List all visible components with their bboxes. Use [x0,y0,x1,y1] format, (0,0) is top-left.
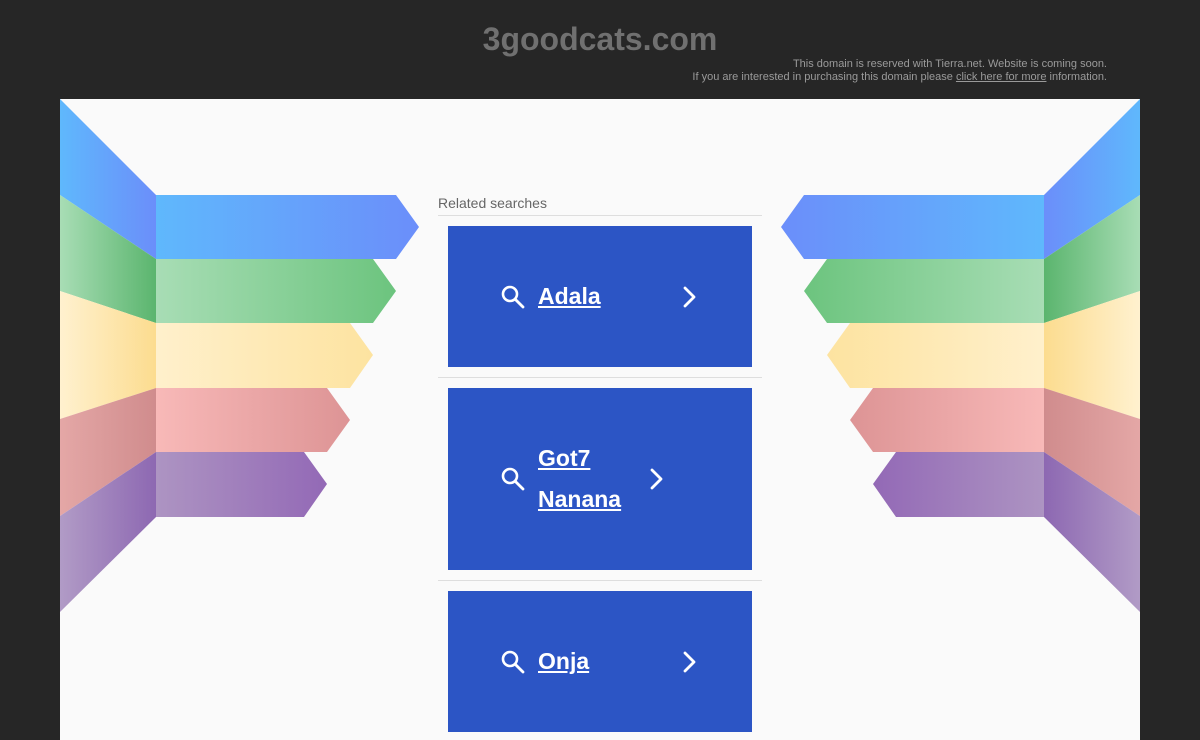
search-link-adala[interactable]: Adala [448,226,752,367]
search-icon [501,467,525,491]
list-item: Adala [438,216,762,378]
chevron-right-icon [683,651,696,672]
related-searches-title: Related searches [438,195,762,216]
domain-notice: This domain is reserved with Tierra.net.… [692,58,1107,84]
search-icon [501,285,525,308]
header: 3goodcats.com This domain is reserved wi… [0,0,1200,99]
search-link-label: Onja [538,648,590,674]
chevron-right-icon [650,468,663,490]
notice-text-after: information. [1049,71,1107,83]
search-link-onja[interactable]: Onja [448,591,752,732]
search-link-got7-nanana[interactable]: Got7 Nanana [448,388,752,570]
related-searches: Related searches Adala Got7 Nanana Onja [438,195,762,740]
chevron-right-icon [683,286,696,307]
notice-text-before: If you are interested in purchasing this… [692,71,953,83]
search-link-label: Got7 Nanana [538,445,622,512]
content-panel: Related searches Adala Got7 Nanana Onja [60,99,1140,740]
search-icon [501,650,525,673]
notice-line-2: If you are interested in purchasing this… [692,71,1107,84]
site-title: 3goodcats.com [482,21,718,57]
search-link-label: Adala [538,283,601,309]
notice-line-1: This domain is reserved with Tierra.net.… [792,58,1107,70]
list-item: Onja [438,581,762,740]
list-item: Got7 Nanana [438,378,762,581]
click-here-link[interactable]: click here for more [956,71,1046,83]
